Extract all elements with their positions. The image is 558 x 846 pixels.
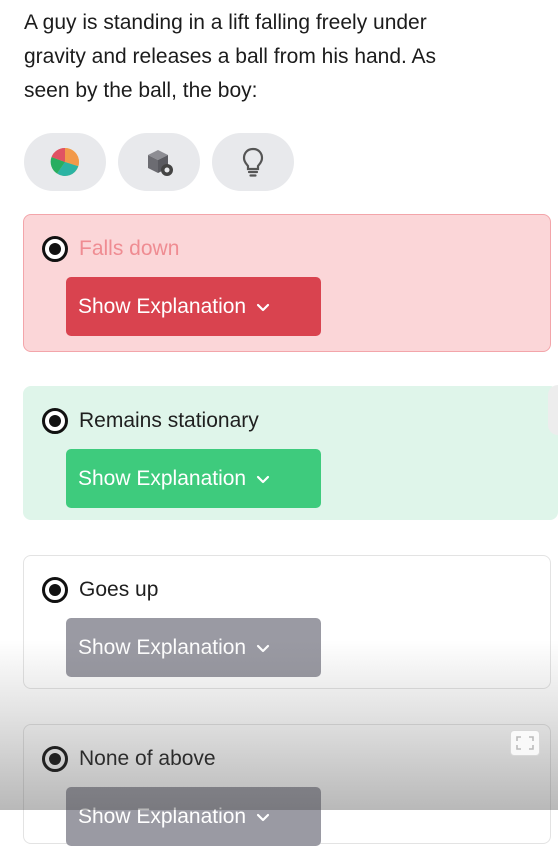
option-label: Remains stationary: [79, 409, 259, 432]
radio-selected[interactable]: [42, 746, 68, 772]
button-label: Show Explanation: [78, 466, 247, 490]
question-line: gravity and releases a ball from his han…: [24, 45, 437, 68]
option-falls-down[interactable]: Falls down Show Explanation: [23, 214, 551, 352]
question-line: A guy is standing in a lift falling free…: [24, 11, 427, 34]
option-none-of-above[interactable]: None of above Show Explanation: [23, 724, 551, 846]
box-settings-icon: [142, 145, 176, 179]
question-text: A guy is standing in a lift falling free…: [24, 6, 524, 108]
lightbulb-icon: [238, 145, 268, 179]
question-line: seen by the ball, the boy:: [24, 79, 258, 102]
radio-selected[interactable]: [42, 408, 68, 434]
stats-button[interactable]: [24, 133, 106, 191]
pie-chart-icon: [48, 145, 82, 179]
option-label: Goes up: [79, 578, 159, 601]
button-label: Show Explanation: [78, 294, 247, 318]
chevron-down-icon: [256, 636, 270, 660]
side-drawer-handle[interactable]: [548, 385, 558, 435]
radio-selected[interactable]: [42, 236, 68, 262]
option-label: Falls down: [79, 237, 180, 260]
button-label: Show Explanation: [78, 804, 247, 828]
concept-button[interactable]: [118, 133, 200, 191]
fullscreen-icon[interactable]: [510, 730, 540, 756]
option-label: None of above: [79, 747, 216, 770]
option-goes-up[interactable]: Goes up Show Explanation: [23, 555, 551, 689]
show-explanation-button[interactable]: Show Explanation: [66, 449, 321, 508]
chevron-down-icon: [256, 295, 270, 319]
option-remains-stationary[interactable]: Remains stationary Show Explanation: [23, 386, 558, 520]
chevron-down-icon: [256, 805, 270, 829]
show-explanation-button[interactable]: Show Explanation: [66, 787, 321, 846]
hint-button[interactable]: [212, 133, 294, 191]
show-explanation-button[interactable]: Show Explanation: [66, 618, 321, 677]
chevron-down-icon: [256, 467, 270, 491]
button-label: Show Explanation: [78, 635, 247, 659]
radio-selected[interactable]: [42, 577, 68, 603]
show-explanation-button[interactable]: Show Explanation: [66, 277, 321, 336]
